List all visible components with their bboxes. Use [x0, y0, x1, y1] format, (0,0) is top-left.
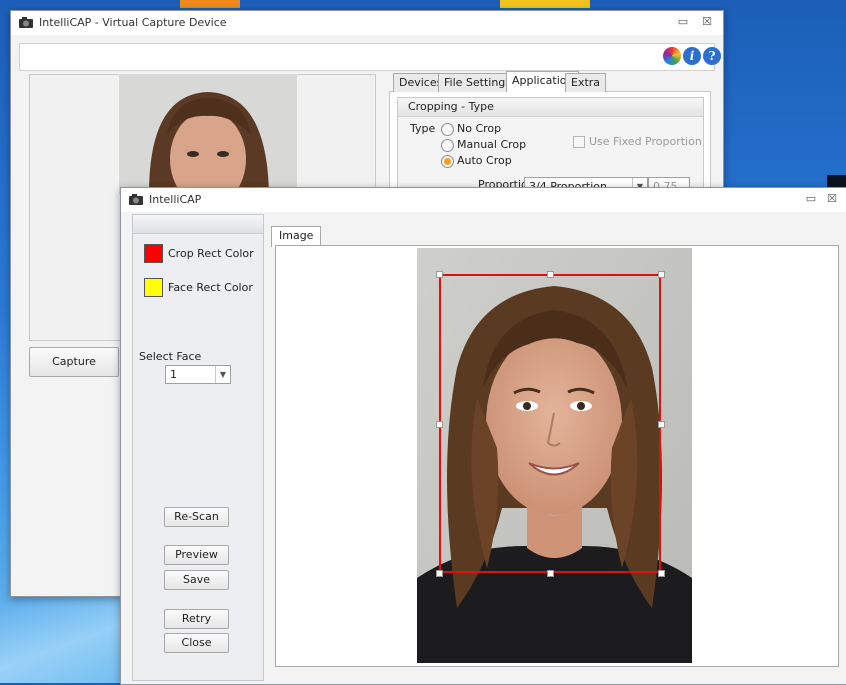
close-dialog-button[interactable]: Close: [164, 633, 229, 653]
close-button[interactable]: ☒: [824, 192, 840, 206]
front-window-title: IntelliCAP: [149, 193, 202, 206]
back-window-titlebar: IntelliCAP - Virtual Capture Device ▭ ☒: [11, 11, 723, 35]
info-icon[interactable]: i: [683, 47, 701, 65]
panel-header-strip: [133, 215, 263, 234]
front-window: IntelliCAP ▭ ☒ Crop Rect Color Face Rect…: [120, 187, 846, 685]
crop-rect-color-swatch[interactable]: [144, 244, 163, 263]
rescan-button[interactable]: Re-Scan: [164, 507, 229, 527]
toolbar: i ?: [19, 43, 721, 71]
manual-crop-label[interactable]: Manual Crop: [457, 138, 526, 151]
cropping-type-group: Cropping - Type Type No Crop Manual Crop…: [397, 97, 704, 196]
camera-icon: [129, 194, 143, 205]
crop-handle[interactable]: [436, 570, 443, 577]
face-rect-color-swatch[interactable]: [144, 278, 163, 297]
type-label: Type: [410, 122, 436, 135]
minimize-button[interactable]: ▭: [803, 192, 819, 206]
camera-icon: [19, 17, 33, 28]
crop-rect-color-label: Crop Rect Color: [168, 247, 254, 260]
auto-crop-radio[interactable]: [441, 155, 454, 168]
select-face-label: Select Face: [139, 350, 202, 363]
no-crop-radio[interactable]: [441, 123, 454, 136]
crop-handle[interactable]: [547, 271, 554, 278]
crop-handle[interactable]: [658, 570, 665, 577]
image-viewport: [275, 245, 839, 667]
face-control-panel: Crop Rect Color Face Rect Color Select F…: [132, 214, 264, 681]
retry-button[interactable]: Retry: [164, 609, 229, 629]
face-rect-color-label: Face Rect Color: [168, 281, 253, 294]
capture-button[interactable]: Capture: [29, 347, 119, 377]
auto-crop-label[interactable]: Auto Crop: [457, 154, 512, 167]
chevron-down-icon: ▼: [215, 366, 230, 383]
crop-handle[interactable]: [436, 271, 443, 278]
crop-handle[interactable]: [658, 421, 665, 428]
settings-tab-strip: Devices File Settings Application Extra: [393, 71, 713, 93]
color-wheel-icon[interactable]: [663, 47, 681, 65]
crop-handle[interactable]: [436, 421, 443, 428]
crop-handle[interactable]: [547, 570, 554, 577]
tab-extra[interactable]: Extra: [565, 73, 607, 92]
desktop-wallpaper-accent: [180, 0, 240, 8]
close-button[interactable]: ☒: [699, 15, 715, 29]
no-crop-label[interactable]: No Crop: [457, 122, 501, 135]
select-face-value: 1: [170, 368, 177, 381]
preview-image: [119, 74, 297, 194]
crop-rectangle[interactable]: [439, 274, 661, 573]
preview-button[interactable]: Preview: [164, 545, 229, 565]
desktop-wallpaper-accent: [500, 0, 590, 8]
minimize-button[interactable]: ▭: [675, 15, 691, 29]
use-fixed-proportion-label: Use Fixed Proportion: [589, 135, 702, 148]
use-fixed-proportion-checkbox[interactable]: [573, 136, 585, 148]
front-window-titlebar: IntelliCAP ▭ ☒: [121, 188, 846, 212]
help-icon[interactable]: ?: [703, 47, 721, 65]
save-button[interactable]: Save: [164, 570, 229, 590]
cropping-type-header: Cropping - Type: [398, 98, 703, 117]
back-window-title: IntelliCAP - Virtual Capture Device: [39, 16, 227, 29]
crop-handle[interactable]: [658, 271, 665, 278]
manual-crop-radio[interactable]: [441, 139, 454, 152]
tab-image[interactable]: Image: [271, 226, 322, 247]
select-face-dropdown[interactable]: 1 ▼: [165, 365, 231, 384]
